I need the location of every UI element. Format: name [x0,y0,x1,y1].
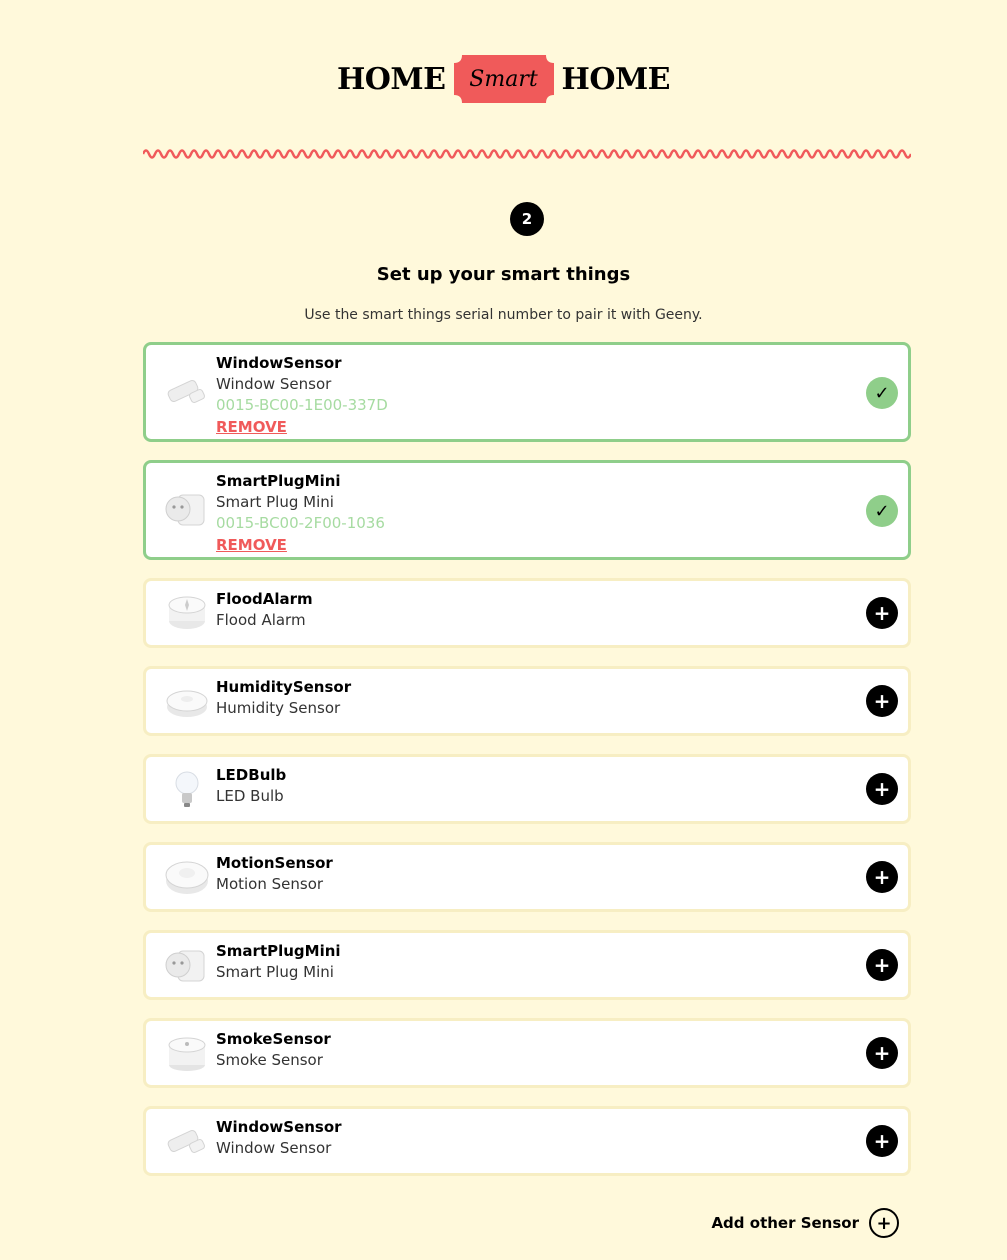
smart-plug-icon [165,494,205,526]
device-description: Flood Alarm [216,611,306,629]
device-name: SmartPlugMini [216,472,341,490]
add-device-button[interactable]: + [866,949,898,981]
logo-home-left: HOME [336,61,446,97]
step-indicator: 2 [510,202,544,236]
logo-smart-badge: Smart [453,55,554,103]
device-description: LED Bulb [216,787,284,805]
led-bulb-icon [175,771,199,807]
available-device-card[interactable]: SmartPlugMini Smart Plug Mini + [143,930,911,1000]
add-other-sensor-button[interactable]: Add other Sensor + [711,1208,899,1238]
device-description: Smoke Sensor [216,1051,323,1069]
device-serial: 0015-BC00-1E00-337D [216,396,388,414]
available-device-card[interactable]: FloodAlarm Flood Alarm + [143,578,911,648]
device-name: WindowSensor [216,354,342,372]
page-title: Set up your smart things [376,264,631,285]
wave-divider [143,149,911,159]
available-device-card[interactable]: HumiditySensor Humidity Sensor + [143,666,911,736]
add-other-sensor-label: Add other Sensor [711,1214,859,1232]
add-device-button[interactable]: + [866,685,898,717]
page-subtitle: Use the smart things serial number to pa… [304,307,703,323]
device-name: WindowSensor [216,1118,342,1136]
humidity-sensor-icon [166,690,208,717]
device-serial: 0015-BC00-2F00-1036 [216,514,385,532]
logo-home-right: HOME [561,61,671,97]
device-description: Motion Sensor [216,875,324,893]
check-icon: ✓ [866,377,898,409]
plus-circle-icon: + [869,1208,899,1238]
device-name: LEDBulb [216,766,287,784]
add-device-button[interactable]: + [866,773,898,805]
add-device-button[interactable]: + [866,861,898,893]
device-name: SmartPlugMini [216,942,341,960]
device-description: Smart Plug Mini [216,493,334,511]
motion-sensor-icon [165,861,209,894]
logo: HOME Smart HOME [0,55,1007,103]
window-sensor-icon [167,380,205,404]
device-name: SmokeSensor [216,1030,331,1048]
logo-smart-text: Smart [469,66,538,92]
window-sensor-icon [167,1130,205,1154]
add-device-button[interactable]: + [866,1125,898,1157]
remove-link[interactable]: REMOVE [216,535,287,556]
device-name: HumiditySensor [216,678,352,696]
device-description: Window Sensor [216,375,332,393]
smart-plug-icon [165,950,205,982]
check-icon: ✓ [866,495,898,527]
add-device-button[interactable]: + [866,1037,898,1069]
paired-device-card: WindowSensor Window Sensor 0015-BC00-1E0… [143,342,911,442]
device-name: FloodAlarm [216,590,313,608]
available-device-card[interactable]: WindowSensor Window Sensor + [143,1106,911,1176]
device-description: Window Sensor [216,1139,332,1157]
available-device-card[interactable]: SmokeSensor Smoke Sensor + [143,1018,911,1088]
available-device-card[interactable]: MotionSensor Motion Sensor + [143,842,911,912]
paired-device-card: SmartPlugMini Smart Plug Mini 0015-BC00-… [143,460,911,560]
flood-alarm-icon [168,596,206,629]
device-description: Smart Plug Mini [216,963,334,981]
remove-link[interactable]: REMOVE [216,417,287,438]
device-name: MotionSensor [216,854,333,872]
add-device-button[interactable]: + [866,597,898,629]
device-description: Humidity Sensor [216,699,341,717]
available-device-card[interactable]: LEDBulb LED Bulb + [143,754,911,824]
smoke-sensor-icon [168,1037,206,1071]
